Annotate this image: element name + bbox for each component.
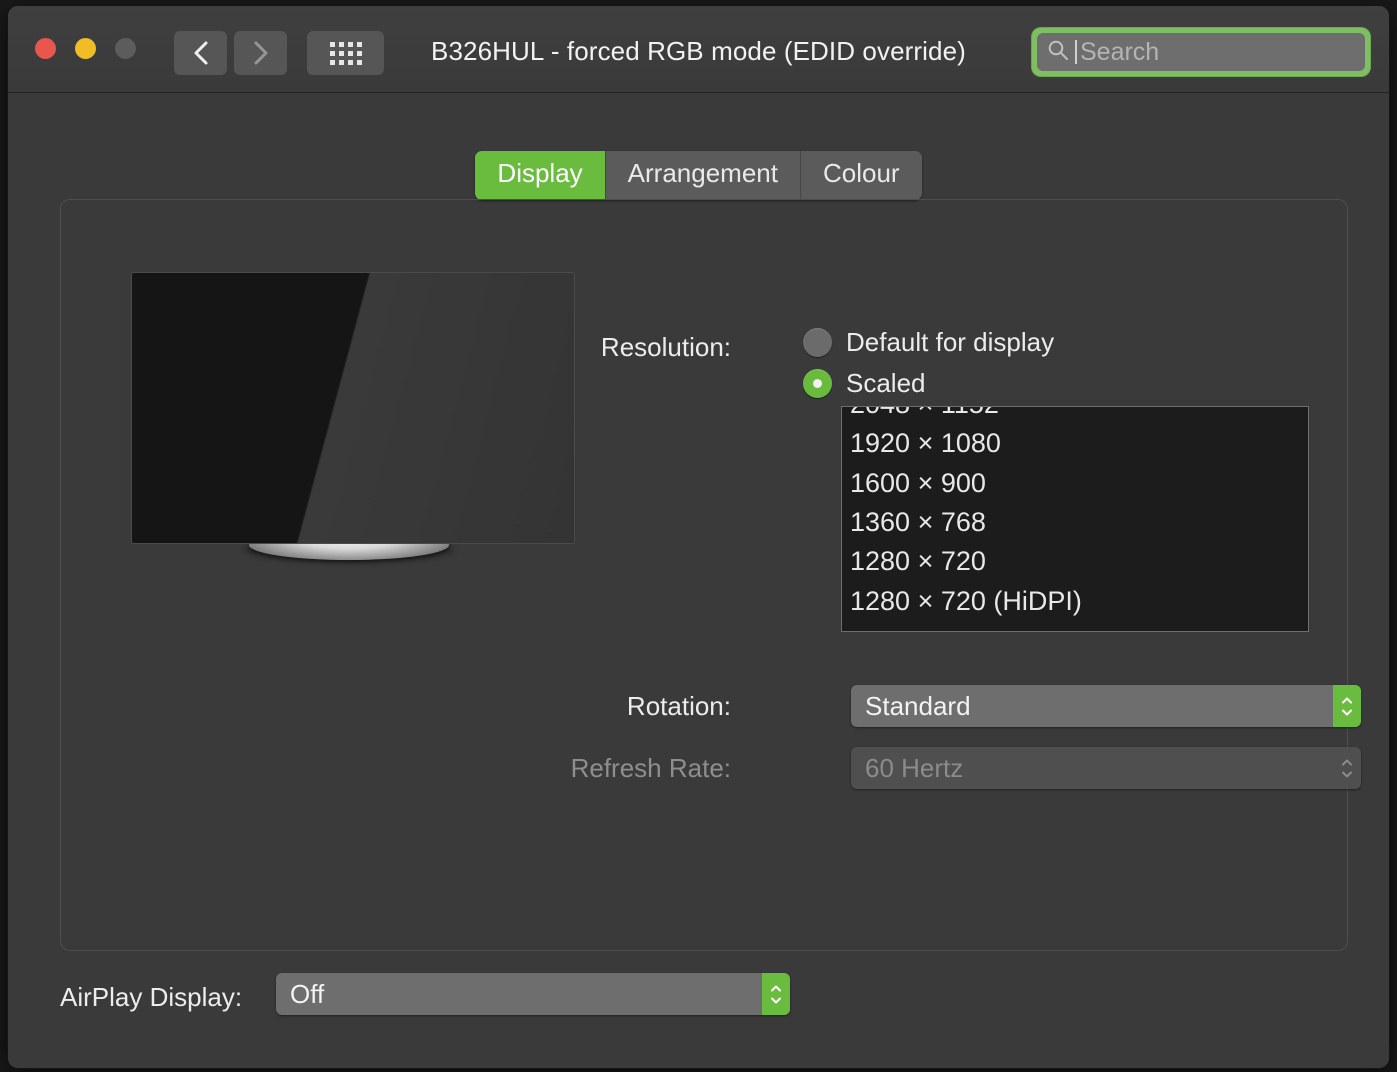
stepper-arrows-icon: [1333, 747, 1361, 789]
rotation-popup-button[interactable]: Standard: [851, 685, 1361, 727]
stepper-arrows-icon[interactable]: [1333, 685, 1361, 727]
scaled-resolution-list[interactable]: 2048 × 1152 1920 × 1080 1600 × 900 1360 …: [841, 406, 1309, 632]
display-preview-image: [131, 272, 575, 562]
tab-display[interactable]: Display: [475, 151, 606, 200]
chevron-right-icon: [253, 40, 269, 66]
traffic-light-group: [35, 38, 136, 59]
navigation-button-group: [174, 31, 287, 75]
rotation-value: Standard: [865, 690, 971, 721]
resolution-list-item[interactable]: 1920 × 1080: [842, 424, 1308, 463]
radio-scaled-label: Scaled: [846, 368, 926, 398]
radio-default-label: Default for display: [846, 327, 1055, 357]
radio-default-for-display[interactable]: [803, 328, 832, 357]
close-button[interactable]: [35, 38, 56, 59]
search-icon: [1047, 39, 1069, 66]
tab-colour[interactable]: Colour: [800, 151, 922, 200]
grid-icon: [329, 41, 362, 65]
rotation-label: Rotation:: [626, 691, 731, 721]
zoom-button[interactable]: [115, 38, 136, 59]
resolution-option-scaled[interactable]: Scaled: [803, 368, 926, 399]
monitor-screen-gloss: [132, 273, 574, 543]
search-input[interactable]: Search: [1037, 33, 1365, 71]
refresh-rate-label: Refresh Rate:: [570, 753, 731, 783]
refresh-rate-value: 60 Hertz: [865, 752, 964, 783]
tab-bar: Display Arrangement Colour: [8, 151, 1389, 200]
resolution-list-item[interactable]: 1360 × 768: [842, 503, 1308, 542]
minimize-button[interactable]: [75, 38, 96, 59]
text-cursor: [1075, 40, 1077, 64]
resolution-list-item[interactable]: 2048 × 1152: [842, 407, 1308, 424]
search-focus-ring: Search: [1032, 28, 1370, 76]
show-all-preferences-button[interactable]: [307, 31, 384, 75]
monitor-screen: [131, 272, 575, 544]
preferences-body: Display Arrangement Colour Resolution: D…: [8, 93, 1389, 1068]
display-preferences-window: B326HUL - forced RGB mode (EDID override…: [8, 6, 1389, 1068]
chevron-left-icon: [193, 40, 209, 66]
resolution-list-item[interactable]: 1280 × 720: [842, 542, 1308, 581]
airplay-display-value: Off: [290, 978, 325, 1009]
display-settings-panel: Resolution: Default for display Scaled 2…: [60, 199, 1361, 951]
back-button[interactable]: [174, 31, 227, 75]
search-placeholder: Search: [1080, 37, 1160, 66]
resolution-option-default[interactable]: Default for display: [803, 327, 1054, 358]
forward-button[interactable]: [234, 31, 287, 75]
window-titlebar: B326HUL - forced RGB mode (EDID override…: [8, 6, 1389, 93]
stepper-arrows-icon[interactable]: [762, 973, 790, 1015]
resolution-list-item[interactable]: 1600 × 900: [842, 464, 1308, 503]
airplay-display-label: AirPlay Display:: [60, 982, 243, 1012]
airplay-display-popup-button[interactable]: Off: [276, 973, 790, 1015]
resolution-label: Resolution:: [600, 332, 731, 362]
resolution-list-item[interactable]: 1280 × 720 (HiDPI): [842, 582, 1308, 621]
radio-scaled[interactable]: [803, 369, 832, 398]
refresh-rate-popup-button: 60 Hertz: [851, 747, 1361, 789]
tab-arrangement[interactable]: Arrangement: [605, 151, 801, 200]
